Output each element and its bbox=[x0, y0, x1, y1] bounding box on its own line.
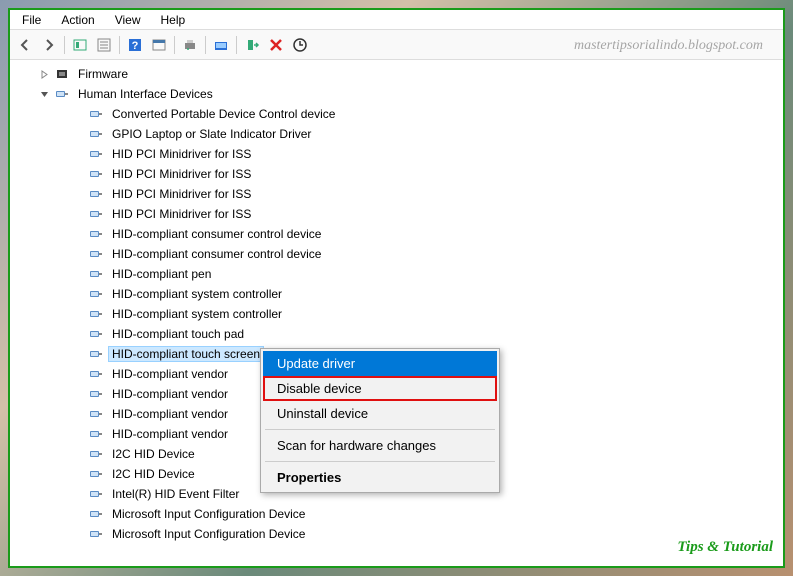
tree-node-label: HID PCI Minidriver for ISS bbox=[108, 146, 255, 162]
enable-device-button[interactable] bbox=[241, 34, 263, 56]
context-menu-item[interactable]: Uninstall device bbox=[263, 401, 497, 426]
toolbar-separator bbox=[64, 36, 65, 54]
tree-node[interactable]: HID-compliant consumer control device bbox=[10, 224, 783, 244]
help-button[interactable]: ? bbox=[124, 34, 146, 56]
context-menu: Update driverDisable deviceUninstall dev… bbox=[260, 348, 500, 493]
context-menu-separator bbox=[265, 429, 495, 430]
hid-icon bbox=[88, 186, 104, 202]
tree-node-label: HID-compliant system controller bbox=[108, 306, 286, 322]
expand-icon[interactable] bbox=[40, 70, 54, 79]
hid-icon bbox=[88, 486, 104, 502]
tree-node[interactable]: Firmware bbox=[10, 64, 783, 84]
hid-category-icon bbox=[54, 86, 70, 102]
tree-node-label: I2C HID Device bbox=[108, 466, 199, 482]
print-button[interactable] bbox=[179, 34, 201, 56]
hid-icon bbox=[88, 466, 104, 482]
tree-node-label: Microsoft Input Configuration Device bbox=[108, 526, 309, 542]
hid-icon bbox=[88, 266, 104, 282]
hid-icon bbox=[88, 146, 104, 162]
hid-icon bbox=[88, 406, 104, 422]
toolbar-separator bbox=[205, 36, 206, 54]
context-menu-separator bbox=[265, 461, 495, 462]
show-hide-tree-button[interactable] bbox=[69, 34, 91, 56]
hid-icon bbox=[88, 246, 104, 262]
tree-node[interactable]: HID-compliant consumer control device bbox=[10, 244, 783, 264]
tree-node-label: HID-compliant consumer control device bbox=[108, 226, 325, 242]
firmware-icon bbox=[54, 66, 70, 82]
tree-node[interactable]: HID PCI Minidriver for ISS bbox=[10, 164, 783, 184]
tree-node[interactable]: Converted Portable Device Control device bbox=[10, 104, 783, 124]
tree-node[interactable]: Microsoft Input Configuration Device bbox=[10, 524, 783, 544]
toolbar: ? bbox=[10, 30, 783, 60]
uninstall-device-button[interactable] bbox=[265, 34, 287, 56]
context-menu-item[interactable]: Scan for hardware changes bbox=[263, 433, 497, 458]
hid-icon bbox=[88, 426, 104, 442]
hid-icon bbox=[88, 206, 104, 222]
tree-node-label: I2C HID Device bbox=[108, 446, 199, 462]
tree-node-label: HID-compliant vendor bbox=[108, 426, 232, 442]
tree-node-label: GPIO Laptop or Slate Indicator Driver bbox=[108, 126, 315, 142]
tree-node[interactable]: HID-compliant pen bbox=[10, 264, 783, 284]
toolbar-separator bbox=[174, 36, 175, 54]
svg-text:?: ? bbox=[132, 40, 139, 52]
properties-sheet-button[interactable] bbox=[93, 34, 115, 56]
menu-file[interactable]: File bbox=[12, 11, 51, 29]
tree-node-label: HID-compliant consumer control device bbox=[108, 246, 325, 262]
tree-node-label: HID PCI Minidriver for ISS bbox=[108, 166, 255, 182]
hid-icon bbox=[88, 286, 104, 302]
tree-node-label: HID-compliant touch pad bbox=[108, 326, 248, 342]
context-menu-item[interactable]: Update driver bbox=[263, 351, 497, 376]
tree-node-label: HID PCI Minidriver for ISS bbox=[108, 206, 255, 222]
hid-icon bbox=[88, 166, 104, 182]
tree-node[interactable]: HID PCI Minidriver for ISS bbox=[10, 204, 783, 224]
hid-icon bbox=[88, 226, 104, 242]
hid-icon bbox=[88, 506, 104, 522]
context-menu-item[interactable]: Disable device bbox=[263, 376, 497, 401]
tree-node-label: Firmware bbox=[74, 66, 132, 82]
tree-node-label: Intel(R) HID Event Filter bbox=[108, 486, 243, 502]
tree-node-label: HID-compliant vendor bbox=[108, 366, 232, 382]
tree-node[interactable]: Human Interface Devices bbox=[10, 84, 783, 104]
tree-node-label: HID-compliant vendor bbox=[108, 406, 232, 422]
tree-node[interactable]: GPIO Laptop or Slate Indicator Driver bbox=[10, 124, 783, 144]
tree-node[interactable]: Microsoft Input Configuration Device bbox=[10, 504, 783, 524]
hid-icon bbox=[88, 306, 104, 322]
hid-icon bbox=[88, 526, 104, 542]
hid-icon bbox=[88, 126, 104, 142]
hid-icon bbox=[88, 326, 104, 342]
forward-button[interactable] bbox=[38, 34, 60, 56]
tree-node-label: HID-compliant touch screen bbox=[108, 346, 264, 362]
menu-view[interactable]: View bbox=[105, 11, 151, 29]
menubar: File Action View Help bbox=[10, 10, 783, 30]
tree-node-label: HID-compliant pen bbox=[108, 266, 215, 282]
menu-help[interactable]: Help bbox=[151, 11, 196, 29]
tree-node[interactable]: HID PCI Minidriver for ISS bbox=[10, 144, 783, 164]
menu-action[interactable]: Action bbox=[51, 11, 104, 29]
tree-node-label: HID-compliant vendor bbox=[108, 386, 232, 402]
tree-node-label: Converted Portable Device Control device bbox=[108, 106, 339, 122]
tree-node-label: Human Interface Devices bbox=[74, 86, 217, 102]
toolbar-separator bbox=[119, 36, 120, 54]
hid-icon bbox=[88, 106, 104, 122]
context-menu-item[interactable]: Properties bbox=[263, 465, 497, 490]
tree-node[interactable]: HID-compliant system controller bbox=[10, 284, 783, 304]
collapse-icon[interactable] bbox=[40, 90, 54, 99]
hid-icon bbox=[88, 346, 104, 362]
hid-icon bbox=[88, 446, 104, 462]
back-button[interactable] bbox=[14, 34, 36, 56]
tree-node[interactable]: HID-compliant system controller bbox=[10, 304, 783, 324]
tree-node[interactable]: HID-compliant touch pad bbox=[10, 324, 783, 344]
tree-node-label: HID-compliant system controller bbox=[108, 286, 286, 302]
update-driver-button[interactable] bbox=[210, 34, 232, 56]
tree-node-label: Microsoft Input Configuration Device bbox=[108, 506, 309, 522]
tree-node-label: HID PCI Minidriver for ISS bbox=[108, 186, 255, 202]
scan-hardware-button[interactable] bbox=[289, 34, 311, 56]
tree-node[interactable]: HID PCI Minidriver for ISS bbox=[10, 184, 783, 204]
toolbar-separator bbox=[236, 36, 237, 54]
properties-button[interactable] bbox=[148, 34, 170, 56]
hid-icon bbox=[88, 386, 104, 402]
hid-icon bbox=[88, 366, 104, 382]
